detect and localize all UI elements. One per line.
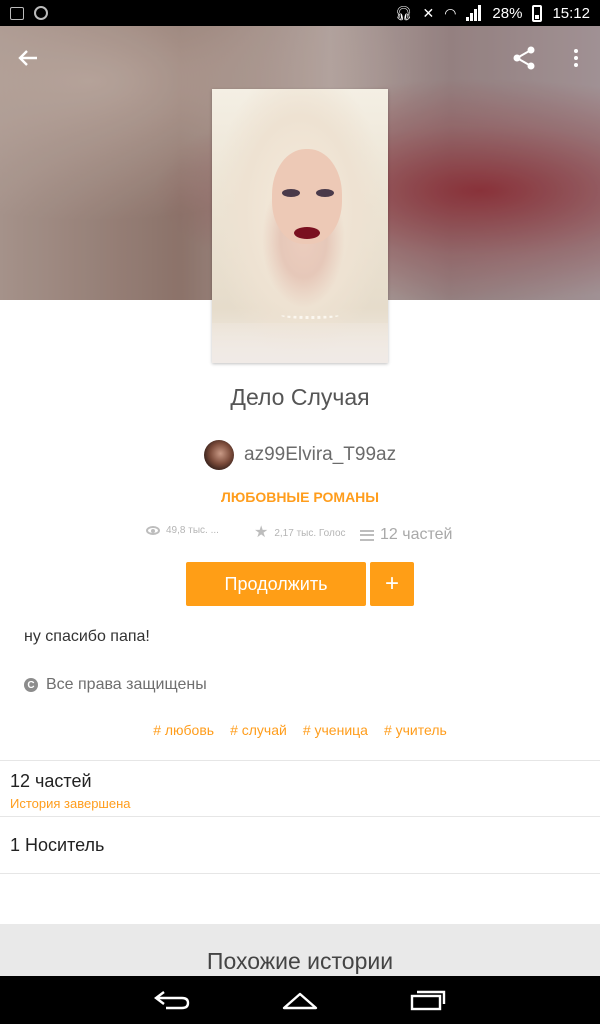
- carrier-title: 1 Носитель: [10, 835, 105, 855]
- parts-stat: 12 частей: [360, 526, 452, 544]
- system-navbar: [0, 976, 600, 1024]
- views-stat: 49,8 тыс. ...: [146, 525, 219, 536]
- similar-stories-title: Похожие истории: [206, 948, 394, 974]
- list-icon: [360, 529, 374, 541]
- parts-list-row[interactable]: 12 частей История завершена: [0, 761, 600, 816]
- star-icon: ★: [254, 524, 269, 541]
- parts-title: 12 частей: [10, 771, 92, 791]
- tag-student[interactable]: # ученица: [303, 722, 368, 738]
- tag-love[interactable]: # любовь: [153, 722, 214, 738]
- tag-list: # любовь # случай # ученица # учитель: [0, 722, 600, 738]
- status-right: 🎧︎ ✕ ◠ 28% 15:12: [394, 4, 590, 22]
- sync-notification-icon: [34, 6, 48, 20]
- nav-back-icon: [154, 991, 190, 1010]
- copyright-text: Все права защищены: [46, 676, 207, 693]
- back-button[interactable]: [8, 40, 48, 76]
- similar-stories-section: Похожие истории: [0, 924, 600, 976]
- cover-eye-right: [316, 189, 334, 197]
- status-left: [10, 6, 48, 20]
- author-name: az99Elvira_T99az: [244, 444, 397, 465]
- nav-recent-icon: [410, 990, 446, 1011]
- votes-count: 2,17 тыс. Голос: [274, 527, 346, 539]
- tag-teacher[interactable]: # учитель: [384, 722, 447, 738]
- more-vert-icon: [574, 49, 578, 67]
- nav-home-button[interactable]: [270, 984, 330, 1016]
- status-time: 15:12: [552, 4, 590, 22]
- copyright-icon: C: [24, 678, 38, 692]
- carrier-row[interactable]: 1 Носитель: [0, 817, 600, 873]
- wifi-icon: ◠: [444, 5, 457, 21]
- divider: [0, 873, 600, 874]
- cover-dress: [212, 323, 388, 363]
- story-stats: 49,8 тыс. ... ★ 2,17 тыс. Голос 12 часте…: [0, 525, 600, 547]
- parts-count: 12 частей: [380, 526, 453, 543]
- cover-lips: [294, 227, 320, 239]
- image-notification-icon: [10, 6, 24, 20]
- story-description: ну спасибо папа!: [24, 628, 150, 645]
- story-complete-status: История завершена: [10, 796, 131, 811]
- status-bar: 🎧︎ ✕ ◠ 28% 15:12: [0, 0, 600, 26]
- story-screen: 🎧︎ ✕ ◠ 28% 15:12 Дело Случая az99Elvira_…: [0, 0, 600, 1024]
- headphones-icon: 🎧︎: [394, 5, 413, 21]
- tag-chance[interactable]: # случай: [230, 722, 287, 738]
- eye-icon: [146, 526, 160, 535]
- arrow-left-icon: [18, 50, 37, 66]
- nav-back-button[interactable]: [142, 984, 202, 1016]
- signal-icon: [466, 5, 482, 21]
- nav-home-icon: [282, 992, 318, 1010]
- battery-percent: 28%: [492, 4, 523, 22]
- author-avatar: [204, 440, 234, 470]
- more-button[interactable]: [556, 40, 596, 76]
- nav-recent-button[interactable]: [398, 984, 458, 1016]
- story-title: Дело Случая: [230, 384, 370, 410]
- copyright-notice: C Все права защищены: [24, 676, 207, 694]
- mute-icon: ✕: [422, 5, 435, 21]
- share-button[interactable]: [504, 40, 544, 76]
- views-count: 49,8 тыс. ...: [166, 525, 219, 536]
- cover-eye-left: [282, 189, 300, 197]
- share-icon: [513, 46, 535, 70]
- continue-reading-button[interactable]: Продолжить: [186, 562, 366, 606]
- votes-stat: ★ 2,17 тыс. Голос: [254, 525, 346, 541]
- author-link[interactable]: az99Elvira_T99az: [204, 440, 396, 470]
- battery-icon: [532, 4, 543, 22]
- story-cover[interactable]: [212, 89, 388, 363]
- add-to-library-button[interactable]: +: [370, 562, 414, 606]
- genre-link[interactable]: ЛЮБОВНЫЕ РОМАНЫ: [0, 489, 600, 505]
- cover-pearls: [280, 311, 340, 319]
